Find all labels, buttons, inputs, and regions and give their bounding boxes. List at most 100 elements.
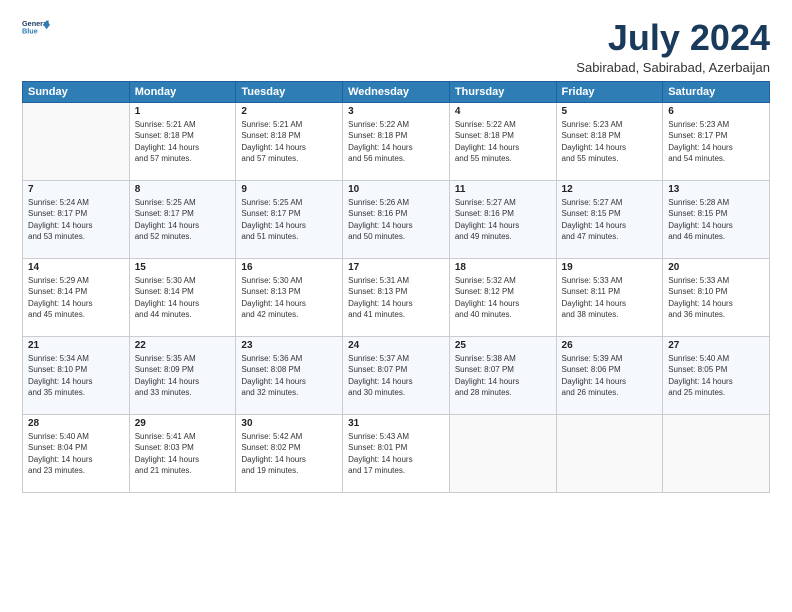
- calendar-cell: 19 Sunrise: 5:33 AM Sunset: 8:11 PM Dayli…: [556, 258, 663, 336]
- calendar-cell: 21 Sunrise: 5:34 AM Sunset: 8:10 PM Dayli…: [23, 336, 130, 414]
- day-number: 24: [348, 340, 444, 351]
- calendar-cell: 31 Sunrise: 5:43 AM Sunset: 8:01 PM Dayli…: [343, 414, 450, 492]
- calendar-cell: 25Sunrise: 5:38 AM Sunset: 8:07 PM Dayli…: [449, 336, 556, 414]
- cell-info: Sunrise: 5:23 AM Sunset: 8:18 PM Dayligh…: [562, 119, 658, 165]
- cell-info: Sunrise: 5:40 AM Sunset: 8:04 PM Dayligh…: [28, 431, 124, 477]
- title-block: July 2024 Sabirabad, Sabirabad, Azerbaij…: [576, 18, 770, 75]
- calendar-cell: 10 Sunrise: 5:26 AM Sunset: 8:16 PM Dayli…: [343, 180, 450, 258]
- calendar-cell: [449, 414, 556, 492]
- day-number: 13: [668, 184, 764, 195]
- day-number: 21: [28, 340, 124, 351]
- cell-info: Sunrise: 5:21 AM Sunset: 8:18 PM Dayligh…: [241, 119, 337, 165]
- cell-info: Sunrise: 5:29 AM Sunset: 8:14 PM Dayligh…: [28, 275, 124, 321]
- calendar-cell: 4Sunrise: 5:22 AM Sunset: 8:18 PM Daylig…: [449, 102, 556, 180]
- day-number: 5: [562, 106, 658, 117]
- day-header-tuesday: Tuesday: [236, 81, 343, 102]
- calendar-cell: 5 Sunrise: 5:23 AM Sunset: 8:18 PM Daylig…: [556, 102, 663, 180]
- cell-info: Sunrise: 5:26 AM Sunset: 8:16 PM Dayligh…: [348, 197, 444, 243]
- calendar-cell: 30 Sunrise: 5:42 AM Sunset: 8:02 PM Dayli…: [236, 414, 343, 492]
- calendar-cell: 6Sunrise: 5:23 AM Sunset: 8:17 PM Daylig…: [663, 102, 770, 180]
- day-number: 2: [241, 106, 337, 117]
- day-header-monday: Monday: [129, 81, 236, 102]
- day-header-saturday: Saturday: [663, 81, 770, 102]
- day-number: 19: [562, 262, 658, 273]
- calendar-cell: 8 Sunrise: 5:25 AM Sunset: 8:17 PM Daylig…: [129, 180, 236, 258]
- calendar-cell: 29 Sunrise: 5:41 AM Sunset: 8:03 PM Dayli…: [129, 414, 236, 492]
- day-number: 16: [241, 262, 337, 273]
- day-number: 12: [562, 184, 658, 195]
- cell-info: Sunrise: 5:38 AM Sunset: 8:07 PM Dayligh…: [455, 353, 551, 399]
- calendar-cell: 18 Sunrise: 5:32 AM Sunset: 8:12 PM Dayli…: [449, 258, 556, 336]
- cell-info: Sunrise: 5:42 AM Sunset: 8:02 PM Dayligh…: [241, 431, 337, 477]
- cell-info: Sunrise: 5:25 AM Sunset: 8:17 PM Dayligh…: [241, 197, 337, 243]
- day-number: 28: [28, 418, 124, 429]
- cell-info: Sunrise: 5:23 AM Sunset: 8:17 PM Dayligh…: [668, 119, 764, 165]
- cell-info: Sunrise: 5:37 AM Sunset: 8:07 PM Dayligh…: [348, 353, 444, 399]
- calendar-cell: 16 Sunrise: 5:30 AM Sunset: 8:13 PM Dayli…: [236, 258, 343, 336]
- calendar-cell: 13Sunrise: 5:28 AM Sunset: 8:15 PM Dayli…: [663, 180, 770, 258]
- calendar-cell: 11 Sunrise: 5:27 AM Sunset: 8:16 PM Dayli…: [449, 180, 556, 258]
- calendar-cell: 28 Sunrise: 5:40 AM Sunset: 8:04 PM Dayli…: [23, 414, 130, 492]
- cell-info: Sunrise: 5:32 AM Sunset: 8:12 PM Dayligh…: [455, 275, 551, 321]
- cell-info: Sunrise: 5:24 AM Sunset: 8:17 PM Dayligh…: [28, 197, 124, 243]
- day-number: 3: [348, 106, 444, 117]
- calendar-cell: 27Sunrise: 5:40 AM Sunset: 8:05 PM Dayli…: [663, 336, 770, 414]
- svg-text:Blue: Blue: [22, 27, 38, 36]
- day-number: 8: [135, 184, 231, 195]
- day-number: 31: [348, 418, 444, 429]
- calendar-cell: 1 Sunrise: 5:21 AM Sunset: 8:18 PM Daylig…: [129, 102, 236, 180]
- logo: General Blue: [22, 18, 50, 37]
- day-number: 4: [455, 106, 551, 117]
- cell-info: Sunrise: 5:41 AM Sunset: 8:03 PM Dayligh…: [135, 431, 231, 477]
- day-number: 9: [241, 184, 337, 195]
- calendar-cell: 26 Sunrise: 5:39 AM Sunset: 8:06 PM Dayli…: [556, 336, 663, 414]
- cell-info: Sunrise: 5:27 AM Sunset: 8:16 PM Dayligh…: [455, 197, 551, 243]
- calendar-cell: 17 Sunrise: 5:31 AM Sunset: 8:13 PM Dayli…: [343, 258, 450, 336]
- day-number: 23: [241, 340, 337, 351]
- calendar-cell: 2 Sunrise: 5:21 AM Sunset: 8:18 PM Daylig…: [236, 102, 343, 180]
- day-number: 27: [668, 340, 764, 351]
- logo-icon: General Blue: [22, 18, 50, 36]
- cell-info: Sunrise: 5:22 AM Sunset: 8:18 PM Dayligh…: [348, 119, 444, 165]
- header: General Blue July 2024 Sabirabad, Sabira…: [22, 18, 770, 75]
- cell-info: Sunrise: 5:21 AM Sunset: 8:18 PM Dayligh…: [135, 119, 231, 165]
- calendar-cell: 7Sunrise: 5:24 AM Sunset: 8:17 PM Daylig…: [23, 180, 130, 258]
- day-header-friday: Friday: [556, 81, 663, 102]
- day-number: 26: [562, 340, 658, 351]
- day-number: 30: [241, 418, 337, 429]
- day-number: 22: [135, 340, 231, 351]
- day-number: 1: [135, 106, 231, 117]
- calendar-cell: 23 Sunrise: 5:36 AM Sunset: 8:08 PM Dayli…: [236, 336, 343, 414]
- cell-info: Sunrise: 5:31 AM Sunset: 8:13 PM Dayligh…: [348, 275, 444, 321]
- calendar-cell: 24 Sunrise: 5:37 AM Sunset: 8:07 PM Dayli…: [343, 336, 450, 414]
- calendar-cell: 3 Sunrise: 5:22 AM Sunset: 8:18 PM Daylig…: [343, 102, 450, 180]
- calendar-cell: [23, 102, 130, 180]
- calendar-cell: 14Sunrise: 5:29 AM Sunset: 8:14 PM Dayli…: [23, 258, 130, 336]
- cell-info: Sunrise: 5:27 AM Sunset: 8:15 PM Dayligh…: [562, 197, 658, 243]
- day-header-wednesday: Wednesday: [343, 81, 450, 102]
- cell-info: Sunrise: 5:33 AM Sunset: 8:11 PM Dayligh…: [562, 275, 658, 321]
- calendar-body: 1 Sunrise: 5:21 AM Sunset: 8:18 PM Daylig…: [23, 102, 770, 492]
- cell-info: Sunrise: 5:25 AM Sunset: 8:17 PM Dayligh…: [135, 197, 231, 243]
- cell-info: Sunrise: 5:36 AM Sunset: 8:08 PM Dayligh…: [241, 353, 337, 399]
- cell-info: Sunrise: 5:30 AM Sunset: 8:14 PM Dayligh…: [135, 275, 231, 321]
- day-number: 11: [455, 184, 551, 195]
- day-number: 17: [348, 262, 444, 273]
- day-number: 29: [135, 418, 231, 429]
- cell-info: Sunrise: 5:30 AM Sunset: 8:13 PM Dayligh…: [241, 275, 337, 321]
- day-header-sunday: Sunday: [23, 81, 130, 102]
- cell-info: Sunrise: 5:34 AM Sunset: 8:10 PM Dayligh…: [28, 353, 124, 399]
- calendar-cell: 12 Sunrise: 5:27 AM Sunset: 8:15 PM Dayli…: [556, 180, 663, 258]
- calendar-header: SundayMondayTuesdayWednesdayThursdayFrid…: [23, 81, 770, 102]
- calendar-cell: 20Sunrise: 5:33 AM Sunset: 8:10 PM Dayli…: [663, 258, 770, 336]
- calendar-table: SundayMondayTuesdayWednesdayThursdayFrid…: [22, 81, 770, 493]
- day-number: 10: [348, 184, 444, 195]
- day-number: 18: [455, 262, 551, 273]
- cell-info: Sunrise: 5:43 AM Sunset: 8:01 PM Dayligh…: [348, 431, 444, 477]
- cell-info: Sunrise: 5:39 AM Sunset: 8:06 PM Dayligh…: [562, 353, 658, 399]
- calendar-cell: 22 Sunrise: 5:35 AM Sunset: 8:09 PM Dayli…: [129, 336, 236, 414]
- day-number: 20: [668, 262, 764, 273]
- calendar-cell: 9 Sunrise: 5:25 AM Sunset: 8:17 PM Daylig…: [236, 180, 343, 258]
- month-title: July 2024: [576, 18, 770, 58]
- cell-info: Sunrise: 5:35 AM Sunset: 8:09 PM Dayligh…: [135, 353, 231, 399]
